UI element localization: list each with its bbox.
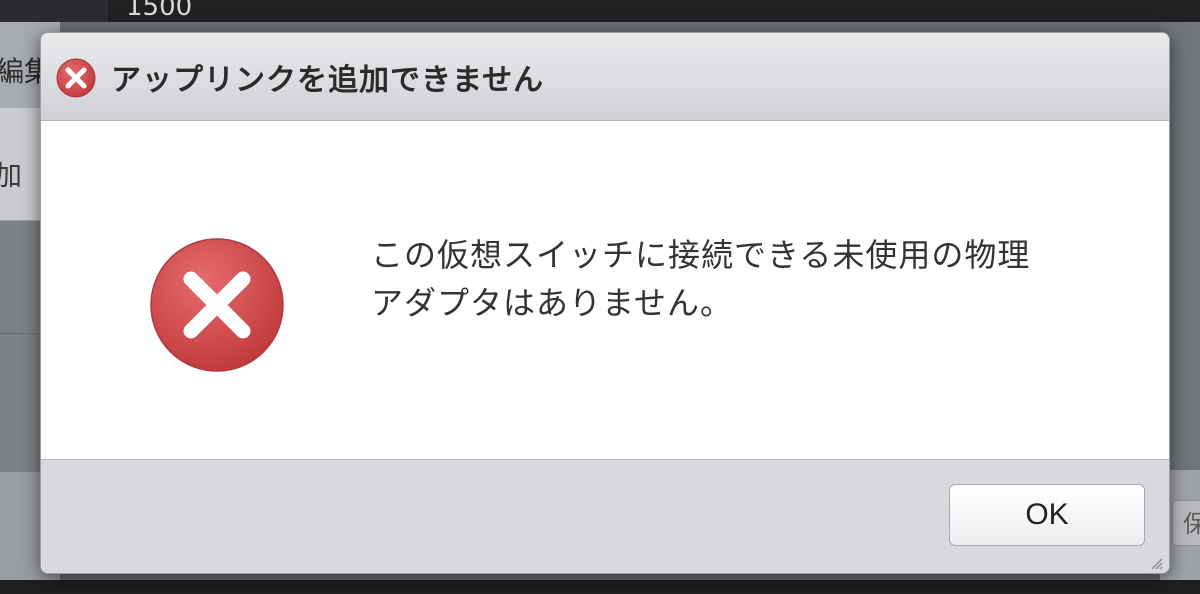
resize-grip-icon[interactable] [1149,555,1163,570]
error-icon [55,57,97,99]
dialog-body: この仮想スイッチに接続できる未使用の物理 アダプタはありません。 [41,121,1169,459]
dialog-title: アップリンクを追加できません [111,63,545,98]
background-bottom-strip [0,580,1200,594]
background-number: 1500 [126,0,193,22]
ok-button[interactable]: OK [949,484,1145,546]
background-save-button[interactable]: 保 [1172,500,1200,546]
background-topbar-left [0,0,108,22]
dialog-titlebar[interactable]: アップリンクを追加できません [41,33,1169,121]
error-icon [147,235,287,375]
error-message-line: この仮想スイッチに接続できる未使用の物理 [371,236,1031,274]
error-message: この仮想スイッチに接続できる未使用の物理 アダプタはありません。 [371,231,1071,327]
dialog-footer: OK [41,459,1169,573]
error-dialog: アップリンクを追加できません この仮想スイッチに接続できる未使用の物理 アダプタ… [40,32,1170,574]
background-add-label: 加 [0,159,23,192]
error-message-line: アダプタはありません。 [371,284,734,322]
